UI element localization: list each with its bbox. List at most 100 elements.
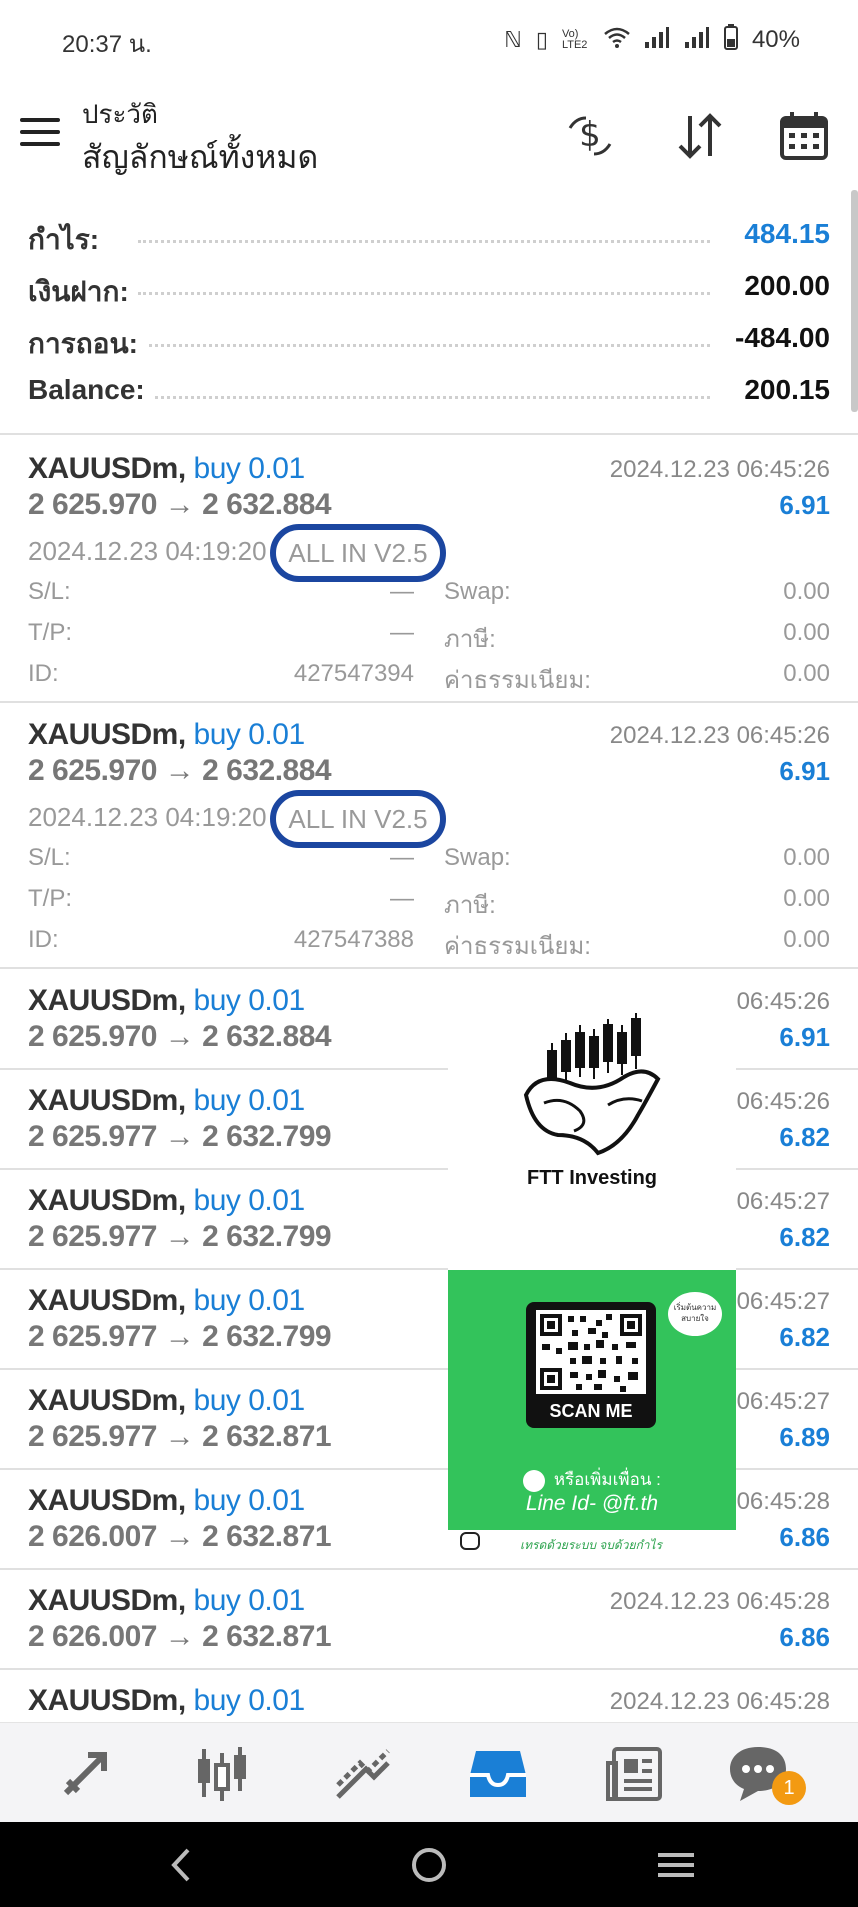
trade-close-time: 2024.12.23 06:45:28 <box>609 1588 830 1615</box>
ad-add-friend-label: หรือเพิ่มเพื่อน : <box>448 1466 736 1493</box>
trade-side: buy 0.01 <box>193 984 306 1017</box>
page-subtitle: ประวัติ <box>82 99 158 129</box>
trade-open-time: 2024.12.23 04:19:20 <box>28 536 267 566</box>
summary-deposit-row: เงินฝาก: 200.00 <box>28 262 830 314</box>
signal-icon-2 <box>684 26 710 54</box>
trade-side: buy 0.01 <box>193 1284 306 1317</box>
trade-price: 2 626.007 → 2 632.871 <box>28 1520 332 1553</box>
trade-profit: 6.91 <box>779 1022 830 1052</box>
dollar-exchange-icon[interactable]: $ <box>562 108 618 164</box>
volte-label: Vo) LTE2 <box>561 28 588 51</box>
divider <box>0 1568 858 1570</box>
small-logo-icon <box>460 1532 480 1550</box>
tp-label: T/P: <box>28 885 73 912</box>
status-bar: 20:37 น. ℕ ▯ Vo) LTE2 40% <box>0 0 858 80</box>
trade-row[interactable]: XAUUSDm, buy 0.01 2 625.970 → 2 632.884 … <box>0 440 858 700</box>
trade-symbol: XAUUSDm, buy 0.01 <box>28 984 306 1017</box>
trade-symbol: XAUUSDm, buy 0.01 <box>28 1084 306 1117</box>
svg-text:$: $ <box>579 115 601 155</box>
home-icon[interactable] <box>403 1840 455 1890</box>
history-icon[interactable] <box>466 1741 530 1805</box>
summary-balance-row: Balance: 200.15 <box>28 366 830 418</box>
chart-icon[interactable] <box>330 1741 394 1805</box>
commission-label: ค่าธรรมเนียม: <box>444 933 591 960</box>
trade-symbol: XAUUSDm, buy 0.01 <box>28 1184 306 1217</box>
trade-close-time: 06:45:26 <box>736 1088 830 1115</box>
calendar-icon[interactable] <box>776 108 832 164</box>
trade-symbol: XAUUSDm, buy 0.01 <box>28 1684 306 1717</box>
bull-bear-logo-icon <box>523 1013 661 1156</box>
trade-icon[interactable] <box>54 1741 118 1805</box>
trade-close-time: 06:45:26 <box>736 988 830 1015</box>
divider <box>0 433 858 435</box>
ad-speech-bubble: เริ่มต้นความสบายใจ <box>668 1292 722 1336</box>
swap-label: Swap: <box>444 578 511 605</box>
tax-label: ภาษี: <box>444 626 496 653</box>
trade-symbol: XAUUSDm, buy 0.01 <box>28 1384 306 1417</box>
summary-withdraw-row: การถอน: -484.00 <box>28 314 830 366</box>
trade-price: 2 626.007 → 2 632.871 <box>28 1620 332 1653</box>
qr-code[interactable]: SCAN ME <box>526 1302 656 1428</box>
trade-price: 2 625.977 → 2 632.799 <box>28 1120 332 1153</box>
trade-close-time: 2024.12.23 06:45:28 <box>609 1688 830 1715</box>
back-icon[interactable] <box>156 1840 208 1890</box>
withdraw-value: -484.00 <box>727 322 830 354</box>
status-time: 20:37 น. <box>62 31 152 58</box>
ad-line-id[interactable]: Line Id- @ft.th <box>448 1492 736 1516</box>
trade-profit: 6.91 <box>779 490 830 520</box>
vibrate-icon: ▯ <box>535 27 548 52</box>
scrollbar-thumb[interactable] <box>851 190 858 412</box>
trade-comment-highlight: ALL IN V2.5 <box>270 524 446 582</box>
swap-value: 0.00 <box>783 578 830 605</box>
trade-profit: 6.91 <box>779 756 830 786</box>
quotes-icon[interactable] <box>190 1741 254 1805</box>
nfc-icon: ℕ <box>504 27 522 52</box>
trade-row[interactable]: XAUUSDm, buy 0.01 2024.12.23 06:45:28 <box>0 1672 858 1722</box>
trade-symbol: XAUUSDm, buy 0.01 <box>28 452 306 485</box>
trade-side: buy 0.01 <box>193 452 306 485</box>
hamburger-menu-icon[interactable] <box>20 118 60 148</box>
trade-close-time: 2024.12.23 06:45:26 <box>609 456 830 483</box>
ad-logo-panel: FTT Investing <box>448 985 736 1270</box>
trade-profit: 6.82 <box>779 1222 830 1252</box>
commission-value: 0.00 <box>783 660 830 687</box>
trade-price: 2 625.977 → 2 632.799 <box>28 1320 332 1353</box>
trade-close-time: 06:45:27 <box>736 1188 830 1215</box>
trade-profit: 6.82 <box>779 1122 830 1152</box>
trade-profit: 6.82 <box>779 1322 830 1352</box>
ad-slogan: เทรดด้วยระบบ จบด้วยกำไร <box>520 1538 662 1552</box>
news-icon[interactable] <box>604 1741 668 1805</box>
ad-qr-panel[interactable]: เริ่มต้นความสบายใจ SCAN ME หรือเพิ่มเพื่… <box>448 1270 736 1530</box>
trade-row[interactable]: XAUUSDm, buy 0.01 2 625.970 → 2 632.884 … <box>0 706 858 966</box>
sl-value: — <box>390 578 414 605</box>
trade-close-time: 2024.12.23 06:45:26 <box>609 722 830 749</box>
trade-side: buy 0.01 <box>193 1684 306 1717</box>
trade-close-time: 06:45:27 <box>736 1388 830 1415</box>
bottom-navigation: 1 <box>0 1722 858 1822</box>
tp-value: — <box>390 619 414 646</box>
trade-side: buy 0.01 <box>193 1084 306 1117</box>
trade-side: buy 0.01 <box>193 1584 306 1617</box>
trade-close-time: 06:45:27 <box>736 1288 830 1315</box>
trade-price: 2 625.977 → 2 632.871 <box>28 1420 332 1453</box>
sl-label: S/L: <box>28 578 71 605</box>
system-navigation-bar <box>0 1822 858 1907</box>
chat-badge: 1 <box>772 1771 806 1805</box>
profit-label: กำไร: <box>28 218 108 262</box>
trade-side: buy 0.01 <box>193 1184 306 1217</box>
swap-value: 0.00 <box>783 844 830 871</box>
tp-label: T/P: <box>28 619 73 646</box>
balance-value: 200.15 <box>736 374 830 406</box>
trade-row[interactable]: XAUUSDm, buy 0.01 2 626.007 → 2 632.871 … <box>0 1572 858 1668</box>
tp-value: — <box>390 885 414 912</box>
recents-icon[interactable] <box>650 1840 702 1890</box>
tax-value: 0.00 <box>783 619 830 646</box>
sort-arrows-icon[interactable] <box>672 108 728 164</box>
deposit-label: เงินฝาก: <box>28 270 137 314</box>
battery-icon <box>723 24 738 56</box>
trade-profit: 6.86 <box>779 1522 830 1552</box>
trade-side: buy 0.01 <box>193 1384 306 1417</box>
wifi-icon <box>604 26 630 54</box>
page-title[interactable]: สัญลักษณ์ทั้งหมด <box>82 132 318 183</box>
summary-profit-row: กำไร: 484.15 <box>28 210 830 262</box>
